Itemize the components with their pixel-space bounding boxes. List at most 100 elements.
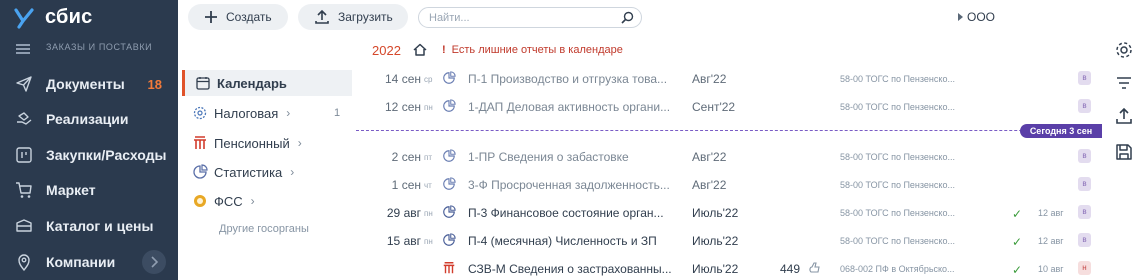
status-badge: в <box>1078 149 1091 163</box>
hand-icon <box>17 112 32 125</box>
create-button[interactable]: Создать <box>188 4 288 30</box>
row-period: Авг'22 <box>692 72 727 86</box>
location-icon <box>18 254 30 272</box>
sidebar-item-label: Компании <box>46 254 116 270</box>
row-sent-date: 10 авг <box>1038 264 1064 274</box>
other-agencies-link[interactable]: Другие госорганы <box>219 223 309 235</box>
logo[interactable]: сбис <box>0 0 178 36</box>
stats-icon <box>442 99 456 113</box>
upload-icon <box>315 9 329 24</box>
chevron-right-icon: › <box>250 194 255 208</box>
home-icon[interactable] <box>413 43 427 56</box>
upload-button[interactable]: Загрузить <box>298 4 408 30</box>
status-badge: в <box>1078 233 1091 247</box>
category-pension[interactable]: Пенсионный › <box>182 130 302 156</box>
bracket-icon <box>16 147 32 163</box>
sidebar-item-label: Каталог и цены <box>46 218 154 234</box>
table-row[interactable]: 14 сен ср П-1 Производство и отгрузка то… <box>356 64 1102 92</box>
row-date: 2 сен <box>391 150 421 164</box>
check-icon: ✓ <box>1012 263 1023 277</box>
sidebar-item-market[interactable]: Маркет <box>0 172 178 208</box>
row-title: 1-ДАП Деловая активность органи... <box>468 100 671 114</box>
reports-table: 14 сен ср П-1 Производство и отгрузка то… <box>356 62 1102 280</box>
sidebar: сбис ЗАКАЗЫ И ПОСТАВКИ Документы 18 Реал… <box>0 0 178 280</box>
documents-count-badge: 18 <box>147 76 162 92</box>
row-date: 14 сен <box>384 72 421 86</box>
row-title: П-4 (месячная) Численность и ЗП <box>468 234 657 248</box>
today-divider <box>356 130 1102 131</box>
menu-icon[interactable] <box>16 44 30 54</box>
sidebar-item-purchases[interactable]: Закупки/Расходы <box>0 137 178 173</box>
row-period: Авг'22 <box>692 178 727 192</box>
table-row[interactable]: 1 сен чт 3-Ф Просроченная задолженность.… <box>356 170 1102 198</box>
sidebar-item-catalog[interactable]: Каталог и цены <box>0 208 178 244</box>
status-badge: в <box>1078 99 1091 113</box>
chevron-right-icon: › <box>297 136 302 150</box>
today-badge: Сегодня 3 сен <box>1020 124 1102 138</box>
row-title: П-1 Производство и отгрузка това... <box>468 72 668 86</box>
table-row[interactable]: СЗВ-М Сведения о застрахованны... Июль'2… <box>356 254 1102 280</box>
send-icon <box>16 76 32 92</box>
fss-icon <box>194 195 206 207</box>
stats-icon <box>193 164 208 179</box>
filter-icon[interactable] <box>1114 73 1134 93</box>
search-box[interactable] <box>418 7 642 28</box>
caret-right-icon <box>958 13 963 21</box>
table-row[interactable]: 12 сен пн 1-ДАП Деловая активность орган… <box>356 92 1102 120</box>
status-badge: н <box>1078 261 1091 275</box>
section-label: ЗАКАЗЫ И ПОСТАВКИ <box>46 42 153 52</box>
check-icon: ✓ <box>1012 235 1023 249</box>
table-row[interactable]: 29 авг пн П-3 Финансовое состояние орган… <box>356 198 1102 226</box>
calendar-warning[interactable]: ! Есть лишние отчеты в календаре <box>442 44 623 56</box>
sidebar-item-label: Закупки/Расходы <box>46 147 167 163</box>
table-row[interactable]: 15 авг пн П-4 (месячная) Численность и З… <box>356 226 1102 254</box>
row-period: Авг'22 <box>692 150 727 164</box>
sidebar-item-sales[interactable]: Реализации <box>0 101 178 137</box>
category-stats[interactable]: Статистика › <box>182 159 294 185</box>
cart-icon <box>16 182 32 198</box>
year-selector[interactable]: 2022 <box>372 43 401 58</box>
table-row[interactable]: 2 сен пт 1-ПР Сведения о забастовке Авг'… <box>356 142 1102 170</box>
warning-icon: ! <box>442 44 446 56</box>
row-title: 1-ПР Сведения о забастовке <box>468 150 629 164</box>
search-icon[interactable] <box>621 11 634 24</box>
category-fss[interactable]: ФСС › <box>182 188 255 214</box>
expand-chevron-icon[interactable] <box>142 250 166 274</box>
sidebar-item-companies[interactable]: Компании <box>0 244 178 280</box>
create-button-label: Создать <box>226 10 272 24</box>
row-office: 58-00 ТОГС по Пензенско... <box>840 236 955 246</box>
row-period: Июль'22 <box>692 206 739 220</box>
sbis-logo-icon <box>14 8 34 29</box>
stats-icon <box>442 149 456 163</box>
category-calendar[interactable]: Календарь <box>182 70 352 96</box>
export-icon[interactable] <box>1114 106 1134 126</box>
save-icon[interactable] <box>1114 142 1134 162</box>
upload-button-label: Загрузить <box>338 10 393 24</box>
row-period: Июль'22 <box>692 234 739 248</box>
check-icon: ✓ <box>1012 207 1023 221</box>
row-date: 12 сен <box>384 100 421 114</box>
row-office: 58-00 ТОГС по Пензенско... <box>840 208 955 218</box>
category-label: ФСС <box>214 193 243 209</box>
row-weekday: пт <box>424 153 432 162</box>
stats-icon <box>442 177 456 191</box>
status-badge: в <box>1078 177 1091 191</box>
search-input[interactable] <box>429 10 609 25</box>
row-period: Июль'22 <box>692 262 739 276</box>
pension-icon <box>194 136 206 149</box>
calendar-icon <box>196 77 210 90</box>
row-period: Сент'22 <box>692 100 736 114</box>
plus-icon <box>205 11 217 23</box>
sidebar-item-documents[interactable]: Документы 18 <box>0 66 178 102</box>
row-office: 58-00 ТОГС по Пензенско... <box>840 180 955 190</box>
row-weekday: ср <box>424 75 433 84</box>
row-title: П-3 Финансовое состояние орган... <box>468 206 664 220</box>
sidebar-item-label: Реализации <box>46 111 129 127</box>
row-sent-date: 12 авг <box>1038 236 1064 246</box>
row-office: 068-002 ПФ в Октябрьско... <box>840 264 955 274</box>
gear-icon[interactable] <box>1114 40 1134 60</box>
category-tax[interactable]: Налоговая › <box>182 100 290 126</box>
row-office: 58-00 ТОГС по Пензенско... <box>840 74 955 84</box>
status-badge: в <box>1078 71 1091 85</box>
org-selector[interactable]: ООО <box>958 10 995 24</box>
